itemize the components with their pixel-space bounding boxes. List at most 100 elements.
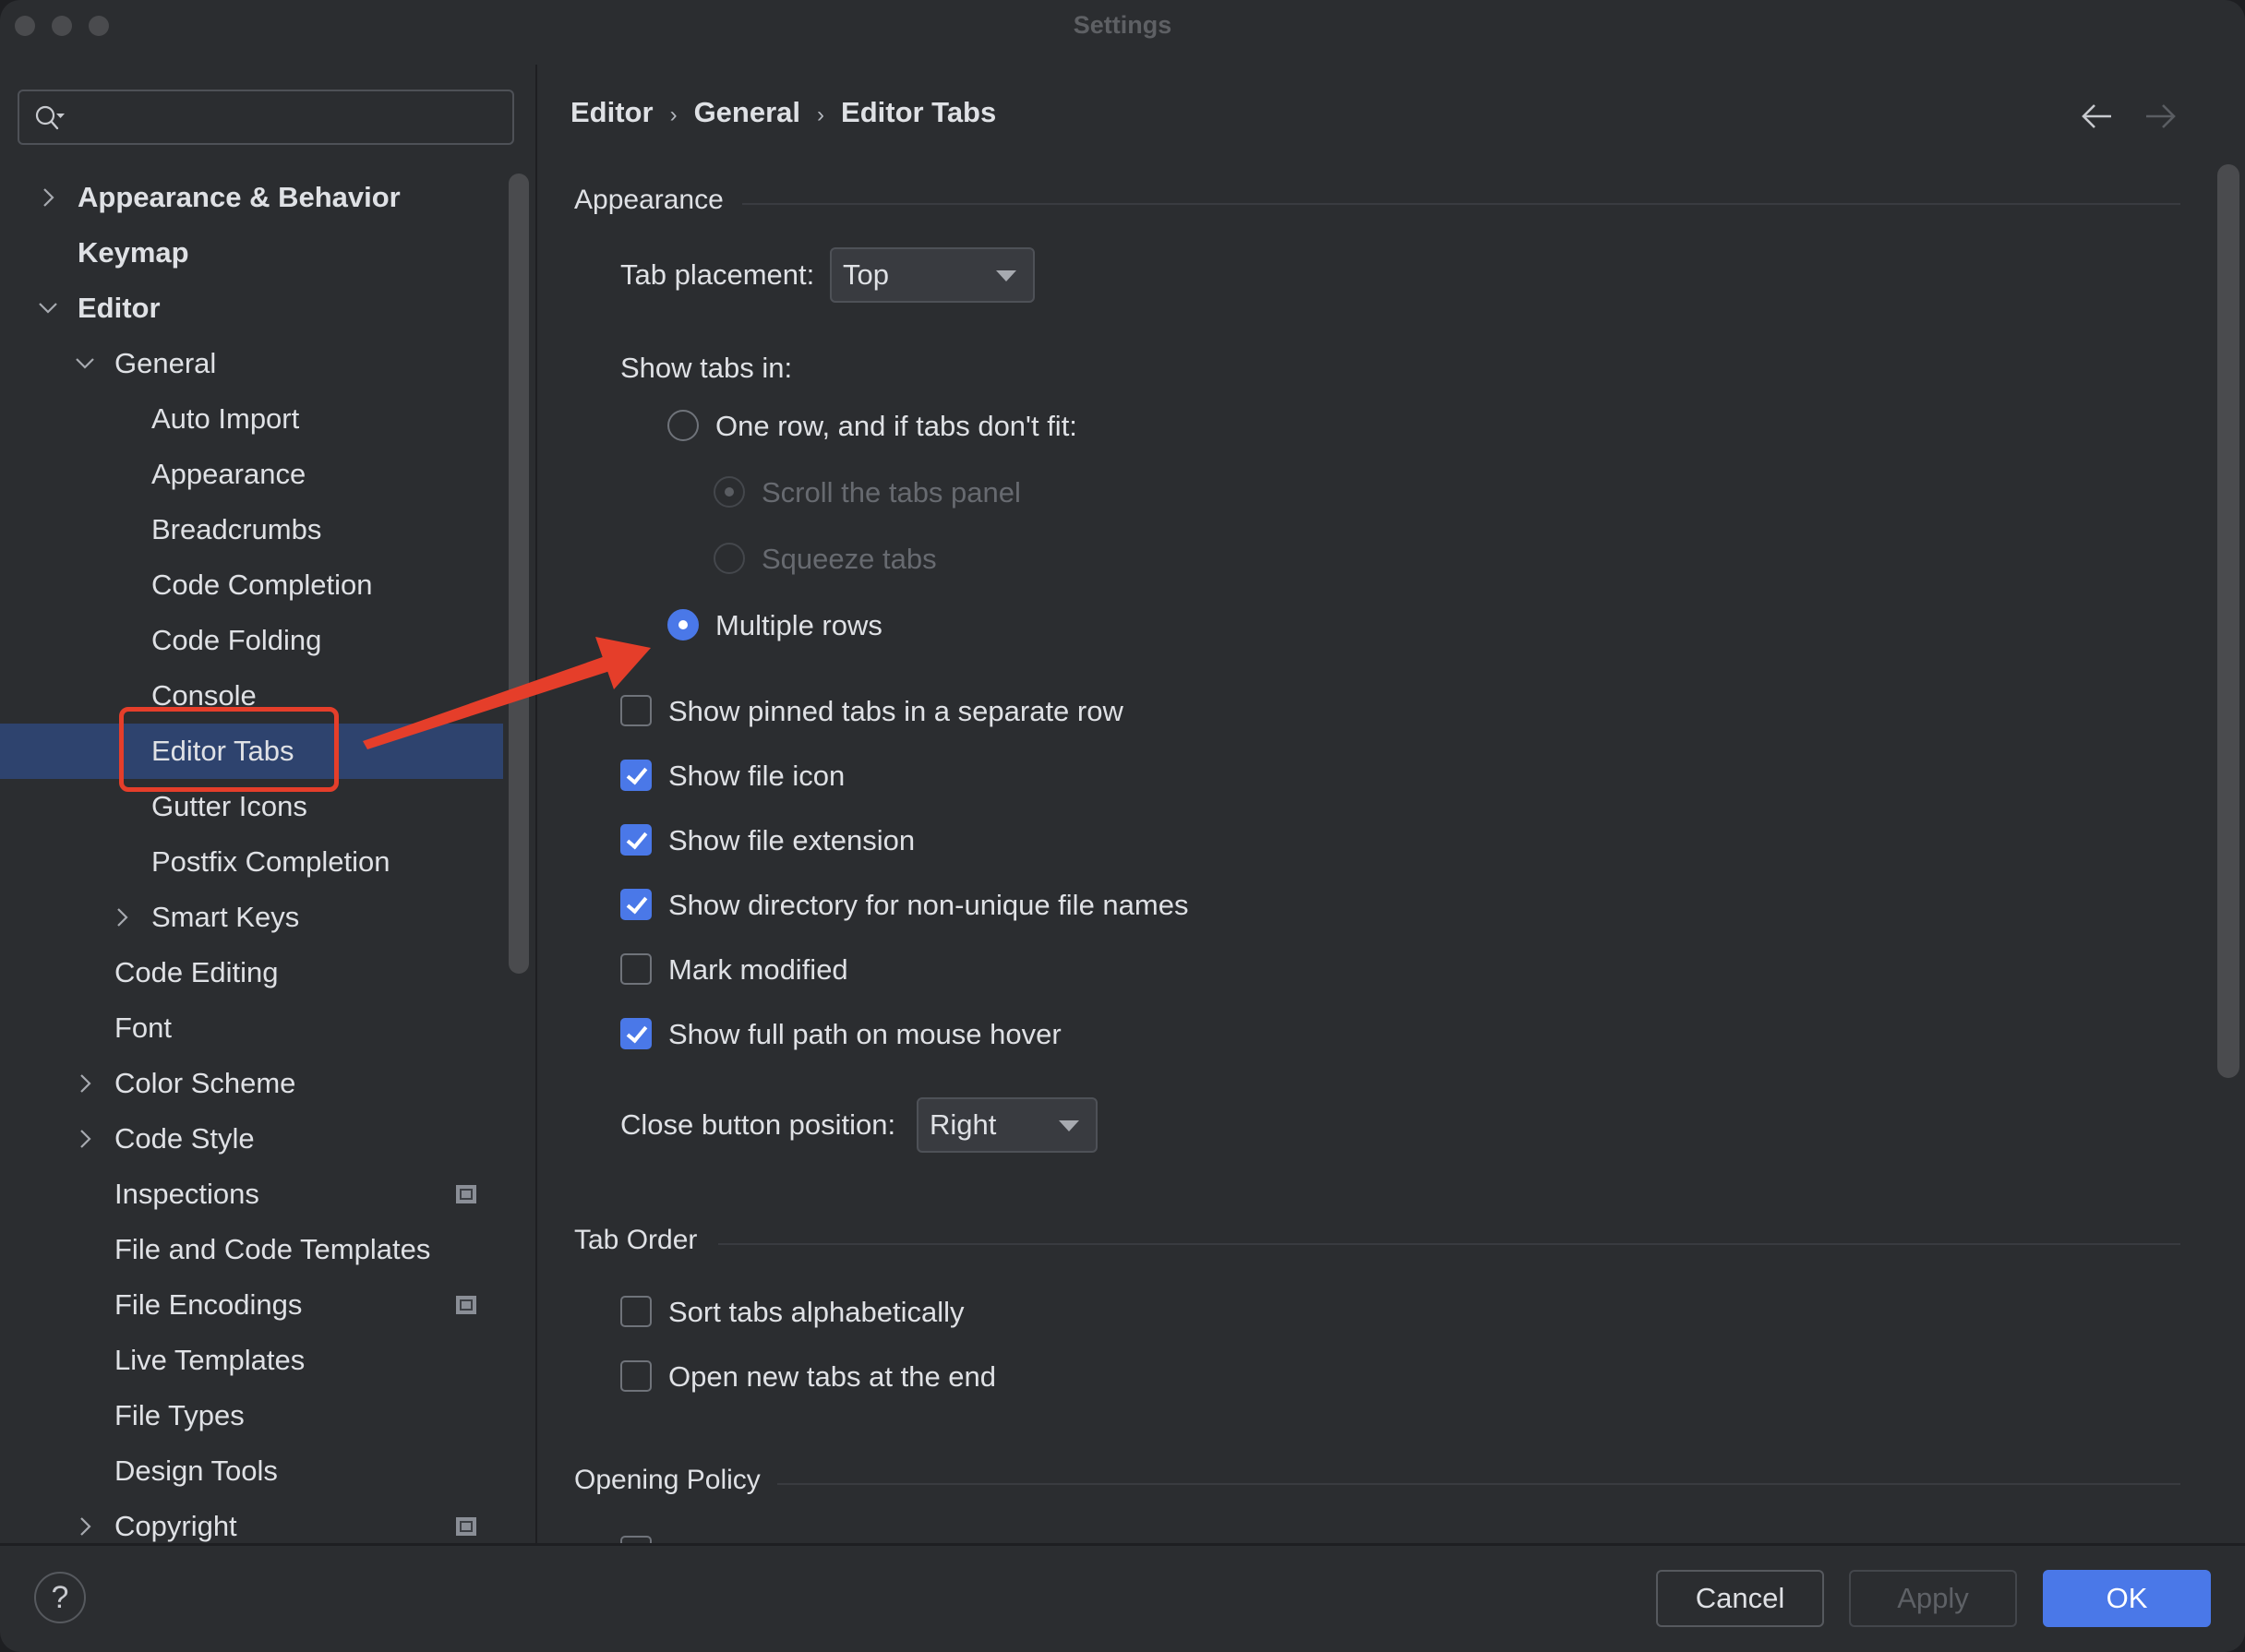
chevron-right-icon[interactable]	[111, 890, 133, 945]
annotation-highlight-box	[119, 707, 339, 792]
sidebar-item-label: Design Tools	[114, 1454, 278, 1487]
search-field[interactable]	[18, 90, 514, 145]
checkbox-unchecked[interactable]	[620, 1360, 652, 1392]
chevron-right-icon[interactable]	[37, 170, 59, 225]
sidebar-item[interactable]: Code Completion	[0, 557, 503, 613]
checkbox-label: Mark modified	[668, 953, 848, 986]
settings-content: Editor › General › Editor Tabs Appearance Ta…	[537, 50, 2245, 1545]
sidebar-item[interactable]: Code Style	[0, 1111, 503, 1167]
section-divider	[718, 1243, 2180, 1245]
sidebar-item-label: Copyright	[114, 1510, 237, 1542]
checkbox-checked[interactable]	[620, 824, 652, 856]
cancel-button[interactable]: Cancel	[1656, 1570, 1824, 1627]
sidebar-item[interactable]: Color Scheme	[0, 1056, 503, 1111]
sidebar-item[interactable]: Live Templates	[0, 1333, 503, 1388]
radio-button[interactable]	[667, 410, 699, 441]
sidebar-item-label: Inspections	[114, 1178, 259, 1210]
checkbox-unchecked[interactable]	[620, 953, 652, 985]
section-tab-order-title: Tab Order	[574, 1225, 698, 1255]
sidebar-item[interactable]: Code Editing	[0, 945, 503, 1000]
sidebar-item-label: Color Scheme	[114, 1067, 296, 1099]
sidebar-item-label: Code Editing	[114, 956, 279, 988]
checkbox-checked[interactable]	[620, 1018, 652, 1049]
chevron-down-icon	[1059, 1120, 1079, 1131]
settings-tree: Appearance & Behavior Keymap Editor General…	[0, 170, 503, 1554]
checkbox-checked[interactable]	[620, 889, 652, 920]
breadcrumb-item[interactable]: General	[694, 96, 800, 128]
chevron-right-icon[interactable]	[74, 1056, 96, 1111]
sidebar-item[interactable]: Breadcrumbs	[0, 502, 503, 557]
breadcrumb-item[interactable]: Editor	[570, 96, 654, 128]
sidebar-item[interactable]: Appearance & Behavior	[0, 170, 503, 225]
close-button-position-label: Close button position:	[620, 1108, 896, 1141]
chevron-down-icon	[996, 270, 1016, 281]
search-input[interactable]	[84, 91, 494, 145]
radio-label: Multiple rows	[715, 609, 882, 641]
close-button-position-dropdown[interactable]: Right	[917, 1097, 1098, 1153]
arrow-right-icon[interactable]	[2142, 100, 2179, 133]
window-title: Settings	[1073, 11, 1172, 39]
radio-label: One row, and if tabs don't fit:	[715, 410, 1077, 442]
tab-placement-dropdown[interactable]: Top	[830, 247, 1035, 303]
chevron-right-icon[interactable]	[74, 1499, 96, 1554]
project-scope-icon	[456, 1185, 476, 1203]
radio-button[interactable]	[714, 476, 745, 508]
ok-button[interactable]: OK	[2043, 1570, 2211, 1627]
sidebar-item-label: Code Folding	[151, 624, 322, 656]
checkbox-unchecked[interactable]	[620, 695, 652, 726]
radio-label: Squeeze tabs	[762, 543, 937, 575]
checkbox-label: Show file icon	[668, 760, 846, 792]
search-icon[interactable]	[34, 104, 66, 132]
content-scrollbar[interactable]	[2217, 164, 2239, 1078]
sidebar-item[interactable]: General	[0, 336, 503, 391]
breadcrumb-separator: ›	[817, 102, 825, 127]
sidebar-item-label: Live Templates	[114, 1344, 306, 1376]
radio-label: Scroll the tabs panel	[762, 476, 1021, 509]
checkbox-label: Show pinned tabs in a separate row	[668, 695, 1123, 727]
section-opening-policy-title: Opening Policy	[574, 1465, 761, 1495]
checkbox-unchecked[interactable]	[620, 1296, 652, 1327]
sidebar-item[interactable]: Inspections	[0, 1167, 503, 1222]
sidebar-item[interactable]: Code Folding	[0, 613, 503, 668]
sidebar-item-label: Editor	[78, 292, 161, 324]
sidebar-item-label: File and Code Templates	[114, 1233, 431, 1265]
chevron-down-icon[interactable]	[37, 281, 59, 336]
project-scope-icon	[456, 1517, 476, 1536]
sidebar-item[interactable]: File and Code Templates	[0, 1222, 503, 1277]
tab-placement-value: Top	[843, 258, 889, 291]
sidebar-item[interactable]: File Types	[0, 1388, 503, 1443]
checkbox-label: Show full path on mouse hover	[668, 1018, 1062, 1050]
settings-sidebar: Appearance & Behavior Keymap Editor General…	[0, 50, 535, 1543]
sidebar-item[interactable]: Auto Import	[0, 391, 503, 447]
radio-button[interactable]	[667, 609, 699, 640]
sidebar-item-label: File Encodings	[114, 1288, 303, 1321]
sidebar-item[interactable]: Smart Keys	[0, 890, 503, 945]
sidebar-scrollbar[interactable]	[509, 174, 529, 974]
breadcrumb: Editor › General › Editor Tabs	[570, 96, 996, 129]
help-button[interactable]: ?	[34, 1572, 86, 1623]
chevron-down-icon[interactable]	[74, 336, 96, 391]
checkbox-checked[interactable]	[620, 760, 652, 791]
sidebar-item[interactable]: Font	[0, 1000, 503, 1056]
sidebar-item[interactable]: Design Tools	[0, 1443, 503, 1499]
sidebar-item[interactable]: Copyright	[0, 1499, 503, 1554]
sidebar-item[interactable]: Keymap	[0, 225, 503, 281]
sidebar-item[interactable]: Editor	[0, 281, 503, 336]
sidebar-item[interactable]: Postfix Completion	[0, 834, 503, 890]
chevron-right-icon[interactable]	[74, 1111, 96, 1167]
checkbox-label: Open new tabs at the end	[668, 1360, 997, 1393]
sidebar-item-label: Font	[114, 1012, 173, 1044]
apply-button[interactable]: Apply	[1849, 1570, 2017, 1627]
settings-window: Settings Appearance & Behavior Keymap Edit…	[0, 0, 2245, 1652]
arrow-left-icon[interactable]	[2079, 100, 2116, 133]
sidebar-item[interactable]: File Encodings	[0, 1277, 503, 1333]
sidebar-item[interactable]: Appearance	[0, 447, 503, 502]
radio-button[interactable]	[714, 543, 745, 574]
sidebar-item-label: Code Completion	[151, 569, 373, 601]
section-divider	[742, 203, 2180, 205]
checkbox-label: Sort tabs alphabetically	[668, 1296, 965, 1328]
project-scope-icon	[456, 1296, 476, 1314]
show-tabs-in-label: Show tabs in:	[620, 352, 793, 384]
sidebar-item-label: Appearance & Behavior	[78, 181, 401, 213]
section-appearance-title: Appearance	[574, 185, 724, 215]
